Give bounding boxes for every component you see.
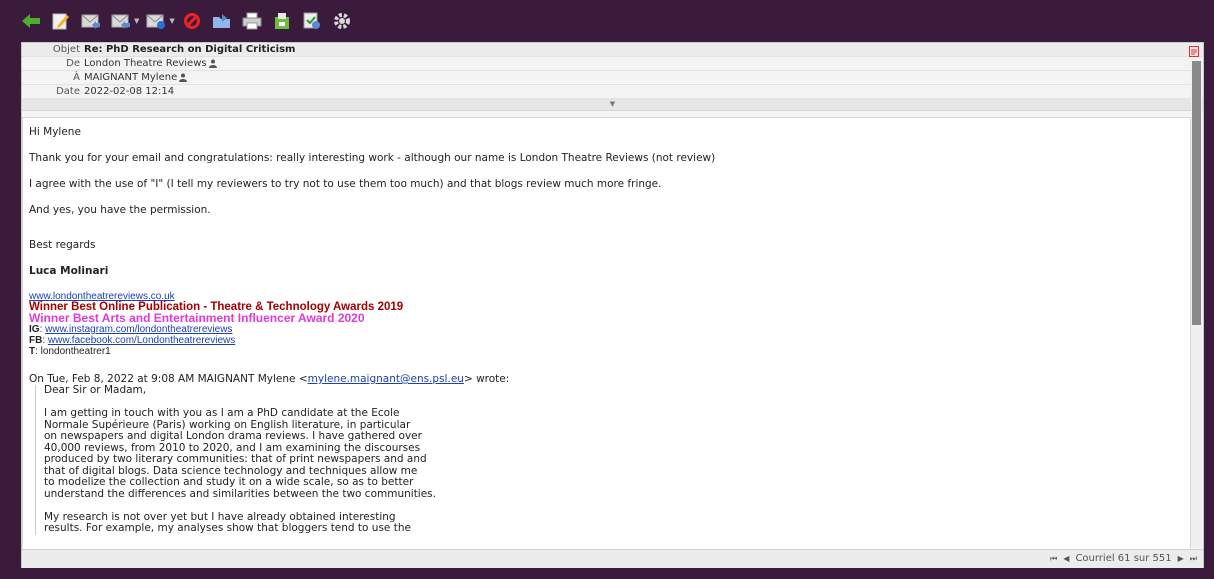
prev-page-icon[interactable]: ◀	[1063, 554, 1069, 563]
quoted-line: understand the differences and similarit…	[44, 487, 436, 500]
download-icon[interactable]	[271, 10, 293, 32]
quote-intro-end: > wrote:	[463, 373, 510, 385]
twitter-handle: londontheatrer1	[40, 346, 111, 357]
from-label: De	[66, 58, 80, 69]
toolbar: ▼ ▼	[20, 0, 359, 42]
greeting: Hi Mylene	[29, 126, 81, 138]
signature: www.londontheatrereviews.co.uk Winner Be…	[29, 291, 1184, 357]
back-icon[interactable]	[20, 10, 42, 32]
footer-bar: ⏮ ◀ Courriel 61 sur 551 ▶ ⏭	[22, 549, 1203, 568]
body-paragraph: And yes, you have the permission.	[29, 204, 211, 216]
scrollbar-thumb[interactable]	[1192, 61, 1201, 325]
to-label: À	[73, 72, 80, 83]
t-label: T	[29, 346, 36, 357]
pager-text: Courriel 61 sur 551	[1075, 553, 1172, 564]
first-page-icon[interactable]: ⏮	[1050, 554, 1057, 564]
subject-label: Objet	[52, 44, 80, 55]
quoted-line: on newspapers and digital London drama r…	[44, 430, 422, 442]
from-row: De London Theatre Reviews	[22, 57, 1203, 71]
mail-window: ▼ ▼ Objet Re: PhD Research on Digital Cr…	[0, 0, 1214, 579]
to-value[interactable]: MAIGNANT Mylene	[84, 72, 177, 83]
quoted-line: Dear Sir or Madam,	[44, 384, 147, 396]
vertical-scrollbar[interactable]	[1191, 61, 1202, 547]
quoted-email-link[interactable]: mylene.maignant@ens.psl.eu	[308, 373, 464, 385]
body-paragraph: I agree with the use of "I" (I tell my r…	[29, 178, 662, 190]
ig-label: IG	[29, 324, 40, 335]
award-2020: Winner Best Arts and Entertainment Influ…	[29, 311, 365, 325]
delete-icon[interactable]	[181, 10, 203, 32]
print-icon[interactable]	[241, 10, 263, 32]
reply-all-icon[interactable]	[110, 10, 132, 32]
quoted-line: produced by two literary communities: th…	[44, 453, 427, 465]
quote-intro: On Tue, Feb 8, 2022 at 9:08 AM MAIGNANT …	[29, 373, 1184, 385]
pdf-icon[interactable]	[1189, 46, 1199, 57]
forward-icon[interactable]	[145, 10, 167, 32]
next-page-icon[interactable]: ▶	[1178, 554, 1184, 563]
to-row: À MAIGNANT Mylene	[22, 71, 1203, 85]
person-icon[interactable]	[208, 59, 217, 68]
closing: Best regards	[29, 239, 96, 251]
collapse-headers-toggle[interactable]: ▼	[22, 99, 1203, 111]
quoted-line: I am getting in touch with you as I am a…	[44, 407, 400, 419]
settings-icon[interactable]	[331, 10, 353, 32]
reply-all-dropdown-icon[interactable]: ▼	[134, 17, 139, 25]
quoted-line: results. For example, my analyses show t…	[44, 522, 411, 534]
quoted-message: Dear Sir or Madam, I am getting in touch…	[35, 384, 1184, 535]
compose-icon[interactable]	[50, 10, 72, 32]
from-value[interactable]: London Theatre Reviews	[84, 58, 207, 69]
date-value: 2022-02-08 12:14	[84, 86, 175, 97]
facebook-link[interactable]: www.facebook.com/Londontheatrereviews	[48, 335, 235, 346]
message-panel: Objet Re: PhD Research on Digital Critic…	[21, 42, 1204, 568]
date-label: Date	[56, 86, 80, 97]
message-body: Hi Mylene Thank you for your email and c…	[22, 117, 1191, 550]
last-page-icon[interactable]: ⏭	[1190, 554, 1197, 564]
date-row: Date 2022-02-08 12:14	[22, 85, 1203, 99]
forward-dropdown-icon[interactable]: ▼	[169, 17, 174, 25]
instagram-link[interactable]: www.instagram.com/londontheatrereviews	[45, 324, 232, 335]
body-paragraph: Thank you for your email and congratulat…	[29, 152, 716, 164]
quoted-line: to modelize the collection and study it …	[44, 476, 414, 488]
subject-value: Re: PhD Research on Digital Criticism	[84, 44, 296, 55]
pager: ⏮ ◀ Courriel 61 sur 551 ▶ ⏭	[1050, 553, 1197, 564]
move-icon[interactable]	[211, 10, 233, 32]
person-icon[interactable]	[179, 73, 188, 82]
sender-name: Luca Molinari	[29, 265, 109, 277]
quoted-line	[44, 500, 1184, 512]
mark-icon[interactable]	[301, 10, 323, 32]
reply-icon[interactable]	[80, 10, 102, 32]
fb-label: FB	[29, 335, 43, 346]
subject-row: Objet Re: PhD Research on Digital Critic…	[22, 43, 1203, 57]
